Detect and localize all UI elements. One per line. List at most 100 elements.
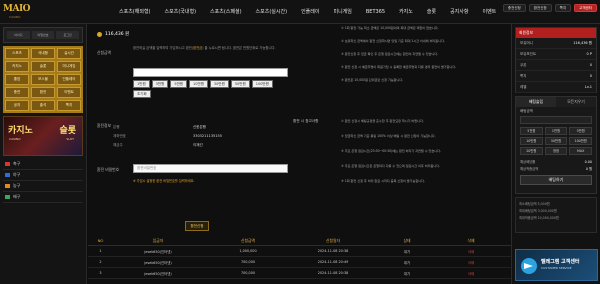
nav-item-slot[interactable]: 슬롯 [420,0,443,24]
account-holder-value: 이재선 [193,143,203,147]
col-date: 신청일자 [326,237,340,243]
casino-slot-banner[interactable]: 카지노 슬롯 CASINO SLOT [3,116,83,156]
nav-item-minigame[interactable]: 미니게임 [326,0,358,24]
login-button[interactable]: 로그인 [56,31,80,39]
notes-panel: ① 1회 환전 가능 최소 금액은 10,000원이며 최대 금액은 제한이 없… [293,24,505,232]
nav-item-bet365[interactable]: BET365 [359,0,392,24]
cell-depositor: jesek650(인터넷) [144,260,172,265]
quick-menu-item[interactable]: 미니게임 [57,61,81,72]
quick-menu-item[interactable]: 이벤트 [57,87,81,98]
bet-chip-button[interactable]: 5천원 [520,127,543,135]
exchange-form: 116,436 원 신청금액 환전하실 금액을 입력하여 가입하시고 환전(환전… [93,28,288,236]
amount-100k-button[interactable]: 10만원 [189,80,208,88]
note-3: ③ 환전신청 후 입금 확인 후 은행 점검시간에는 환전이 지연될 수 있습니… [341,52,439,56]
exchange-history-table: NO 입금자 신청금액 신청일자 상태 삭제 1 jesek650(인터넷) 1… [88,236,511,279]
note-2: ② 보유하신 금액에서 환전 신청하시면 당일 기준 최대 1시간 이내에 처리… [341,39,445,43]
amount-300k-button[interactable]: 30만원 [209,80,229,88]
top-right-actions: 충전신청 환전신청 쪽지 고객센터 [502,4,597,12]
nav-item-casino[interactable]: 카지노 [392,0,420,24]
quick-menu-item[interactable]: 스포츠 [5,48,29,59]
bet-chip-button[interactable]: 정정 [544,147,568,155]
amount-500k-button[interactable]: 50만원 [230,80,250,88]
bet-chip-button[interactable]: 1만원 [544,127,568,135]
username-field[interactable]: 아이디 [7,31,30,39]
account-label: 환전정보 [97,123,111,128]
quick-menu-item[interactable]: 쪽지 [57,100,81,111]
message-button[interactable]: 쪽지 [554,4,572,12]
sports-list-item-basketball[interactable]: 농구 [3,181,83,192]
quick-menu-item[interactable]: 보스몰 [31,74,55,85]
login-box: 아이디 비밀번호 로그인 [3,27,83,43]
nav-item-inplay[interactable]: 인플레이 [294,0,326,24]
tab-bet-slip[interactable]: 배팅슬립 [516,97,556,107]
sports-list-item-volleyball[interactable]: 배구 [3,192,83,203]
delete-button[interactable]: 삭제 [441,260,501,265]
nav-item-sports-special[interactable]: 스포츠(스페셜) [203,0,249,24]
notes-title: 환전 시 참고사항 [293,119,319,123]
sports-list-item-baseball[interactable]: 야구 [3,170,83,181]
delete-button[interactable]: 삭제 [441,271,501,276]
quick-menu-item[interactable]: 공지 [5,100,29,111]
telegram-support-banner[interactable]: 텔레그램 고객센터 CUSTOMER SERVICE [515,249,598,281]
quick-menu-item[interactable]: 카지노 [5,61,29,72]
account-bank-value: 신한은행 [193,125,206,129]
table-header: NO 입금자 신청금액 신청일자 상태 삭제 [88,236,511,246]
quick-menu-item[interactable]: 국내형 [31,48,55,59]
bet-max-button[interactable]: MAX [569,147,592,155]
bet-amount-input[interactable] [520,116,592,124]
user-info-box: 회원정보 보유머니 116,436 원 보유포인트 0 P 쿠폰 0 쪽지 0 레벨 Lv… [515,27,597,93]
user-message-row: 쪽지 0 [516,71,596,82]
password-field[interactable]: 비밀번호 [31,31,55,39]
quick-menu-item[interactable]: 실시간 [57,48,81,59]
quick-menu-item[interactable]: 출석 [31,100,55,111]
tab-clear-all[interactable]: 모든지우기 [556,97,596,107]
cell-depositor: jesek650(인터넷) [144,271,172,276]
quick-menu: 스포츠 국내형 실시간 카지노 슬롯 미니게임 홀덤 보스몰 인플레이 충전 환… [3,46,83,113]
bet-chip-button[interactable]: 5만원 [569,127,592,135]
amount-reset-button[interactable]: 초기화 [133,90,151,98]
nav-item-event[interactable]: 이벤트 [475,0,503,24]
place-bet-button[interactable]: 배팅하기 [520,175,592,185]
nav-item-notice[interactable]: 공지사항 [443,0,475,24]
cell-no: 1 [99,249,102,253]
quick-menu-item[interactable]: 충전 [5,87,29,98]
nav-item-sports-intl[interactable]: 스포츠(해외형) [112,0,158,24]
baseball-icon [5,173,10,177]
top-navigation: MAIO CASINO 스포츠(해외형) 스포츠(국내형) 스포츠(스페셜) 스… [0,0,600,24]
amount-1m-button[interactable]: 100만원 [251,80,273,88]
sports-list-label: 야구 [13,172,21,177]
quick-menu-item[interactable]: 홀덤 [5,74,29,85]
main-menu: 스포츠(해외형) 스포츠(국내형) 스포츠(스페셜) 스포츠(실시간) 인플레이… [112,0,503,24]
delete-button[interactable]: 삭제 [441,249,501,254]
nav-item-sports-live[interactable]: 스포츠(실시간) [249,0,295,24]
amount-30k-button[interactable]: 3만원 [151,80,169,88]
cell-amount: 700,000 [240,260,256,264]
sports-list-label: 축구 [13,161,21,166]
site-logo[interactable]: MAIO CASINO [3,1,35,21]
amount-input[interactable] [133,68,288,77]
table-row: 1 jesek650(인터넷) 1,000,000 2024-11-08 20:… [88,246,511,257]
user-level-row: 레벨 Lv.1 [516,82,596,93]
quick-menu-item[interactable]: 슬롯 [31,61,55,72]
nav-item-sports-domestic[interactable]: 스포츠(국내형) [158,0,204,24]
logo-text: MAIO [3,4,31,14]
bet-chip-button[interactable]: 50만원 [544,137,568,145]
quick-menu-item[interactable]: 인플레이 [57,74,81,85]
amount-50k-button[interactable]: 5만원 [170,80,188,88]
exchange-submit-button[interactable]: 환전신청 [185,221,209,231]
user-point-row: 보유포인트 0 P [516,49,596,60]
exchange-button[interactable]: 환전신청 [528,4,552,12]
banner-slot-title: 슬롯 [59,126,76,136]
support-button[interactable]: 고객센터 [574,4,597,12]
bet-chip-button[interactable]: 20만원 [520,147,543,155]
quick-menu-item[interactable]: 환전 [31,87,55,98]
amount-10k-button[interactable]: 1만원 [133,80,150,88]
banner-casino-title: 카지노 [8,126,33,136]
bet-chip-button[interactable]: 10만원 [520,137,543,145]
bet-chip-button[interactable]: 100만원 [569,137,592,145]
exchange-password-input[interactable]: 환전비밀번호 [133,164,288,173]
charge-button[interactable]: 충전신청 [502,4,526,12]
coin-icon [97,31,102,37]
balance-row: 116,436 원 [93,28,288,40]
sports-list-item-soccer[interactable]: 축구 [3,159,83,170]
